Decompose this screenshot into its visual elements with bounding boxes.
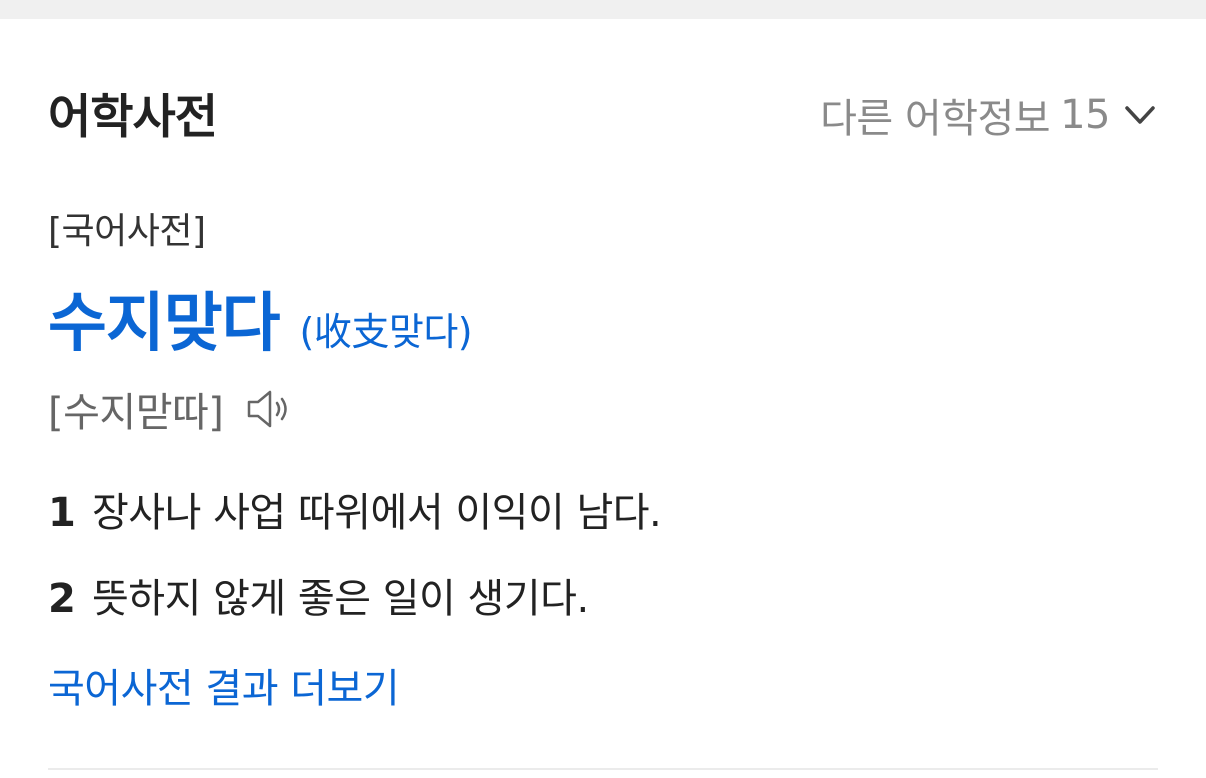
definition-text: 장사나 사업 따위에서 이익이 남다. (92, 490, 662, 536)
dictionary-source-label: [국어사전] (48, 211, 206, 252)
section-title: 어학사전 (48, 90, 218, 145)
more-dictionary-results-link[interactable]: 국어사전 결과 더보기 (48, 656, 400, 714)
more-info-label: 다른 어학정보 (820, 96, 1051, 142)
definition-number: 1 (48, 490, 76, 536)
pronunciation-line: [수지맏따] (48, 380, 297, 438)
top-separator-band (0, 0, 1206, 19)
section-divider (48, 768, 1158, 770)
definition-item: 1 장사나 사업 따위에서 이익이 남다. (48, 480, 662, 538)
dictionary-section-header: 어학사전 다른 어학정보 15 (48, 70, 1158, 145)
definition-number: 2 (48, 576, 76, 622)
chevron-down-icon (1125, 106, 1155, 124)
definition-text: 뜻하지 않게 좋은 일이 생기다. (92, 576, 589, 622)
entry-headword-line: 수지맞다 (收支맞다) (48, 272, 473, 364)
other-language-info-toggle[interactable]: 다른 어학정보 15 (820, 86, 1158, 144)
more-info-count: 15 (1060, 92, 1110, 138)
definition-item: 2 뜻하지 않게 좋은 일이 생기다. (48, 566, 589, 624)
pronunciation-text: [수지맏따] (48, 390, 224, 436)
headword-link[interactable]: 수지맞다 (48, 272, 281, 364)
hanja-origin: (收支맞다) (299, 310, 473, 354)
speaker-icon[interactable] (245, 387, 297, 431)
